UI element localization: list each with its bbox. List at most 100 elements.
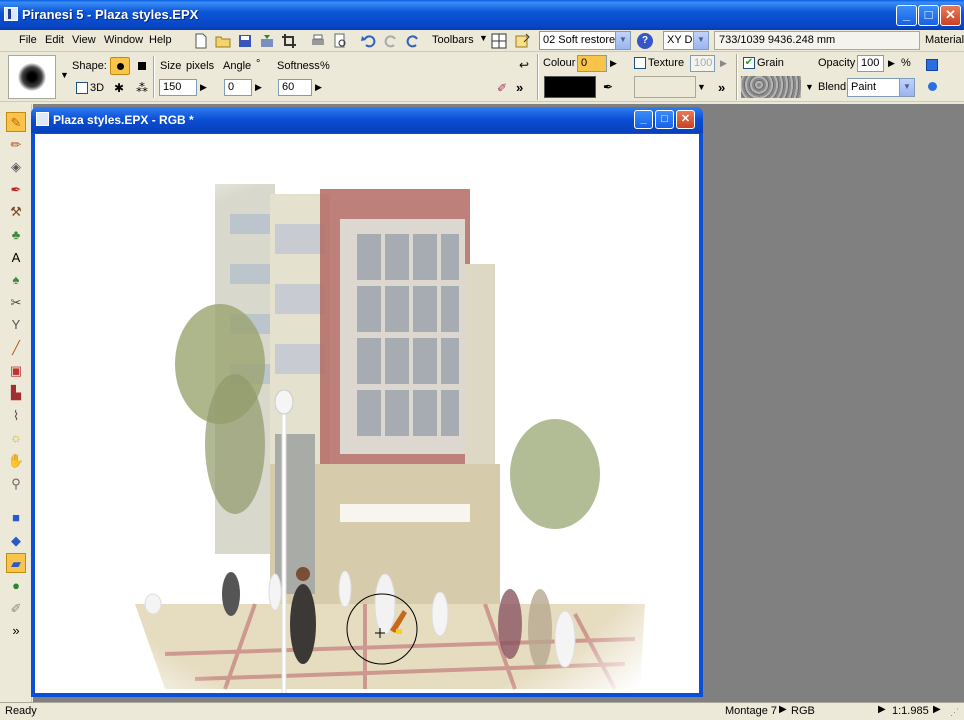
document-title-bar[interactable]: Plaza styles.EPX - RGB * _ □ ✕: [31, 107, 703, 133]
pencil-tool-icon[interactable]: ✏: [6, 135, 26, 155]
text-tool-icon[interactable]: A: [6, 248, 26, 268]
square-lock-icon[interactable]: [926, 59, 938, 71]
scatter-brush-icon[interactable]: ⁂: [136, 81, 148, 95]
colour-index-input[interactable]: 0: [577, 55, 607, 72]
style-select[interactable]: 02 Soft restore ▼: [539, 31, 631, 50]
tree-tool-icon[interactable]: ♣: [6, 225, 26, 245]
doc-minimize-button[interactable]: _: [634, 110, 653, 129]
texture-preview[interactable]: [634, 76, 696, 98]
pen-pressure-icon[interactable]: ✐: [497, 81, 507, 95]
print-icon[interactable]: [310, 33, 326, 49]
blend-mode-select[interactable]: Paint ▼: [847, 78, 915, 97]
colour-wheel-icon[interactable]: ●: [6, 576, 26, 596]
eyedropper-icon[interactable]: ✒: [603, 80, 613, 94]
3d-label: 3D: [90, 82, 105, 94]
menu-window[interactable]: Window: [104, 34, 143, 46]
square-brush-icon[interactable]: [138, 62, 146, 70]
zoom-tool-icon[interactable]: ⚲: [6, 474, 26, 494]
open-folder-icon[interactable]: [215, 33, 231, 49]
measure-tool-icon[interactable]: ⌇: [6, 406, 26, 426]
toolbars-dropdown-arrow-icon[interactable]: ▼: [479, 33, 488, 43]
more-tools-icon[interactable]: »: [6, 621, 26, 641]
size-input[interactable]: 150: [159, 79, 197, 96]
3d-checkbox[interactable]: [76, 82, 88, 94]
softness-label: Softness: [277, 60, 320, 72]
app-title: Piranesi 5 - Plaza styles.EPX: [22, 7, 199, 22]
help-icon[interactable]: ?: [637, 33, 653, 49]
montage-arrow-icon[interactable]: ▶: [779, 704, 787, 715]
colour-swatch[interactable]: [544, 76, 596, 98]
shape-round-button[interactable]: [110, 57, 130, 75]
export-icon[interactable]: [259, 33, 275, 49]
texture-dropdown-icon[interactable]: ▼: [697, 82, 706, 92]
texture-spin-arrow-icon[interactable]: ▶: [719, 56, 728, 71]
close-button[interactable]: ✕: [940, 5, 961, 26]
light-tool-icon[interactable]: ☼: [6, 428, 26, 448]
zoom-arrow-icon[interactable]: ▶: [878, 704, 886, 715]
softness-spin-arrow-icon[interactable]: ▶: [314, 80, 323, 95]
spray-tool-icon[interactable]: ✒: [6, 180, 26, 200]
reset-options-icon[interactable]: ↩: [519, 58, 529, 72]
zoom-next-icon[interactable]: ▶: [933, 704, 941, 715]
crop-icon[interactable]: [281, 33, 297, 49]
eyedropper-tool-icon[interactable]: ✐: [6, 599, 26, 619]
size-spin-arrow-icon[interactable]: ▶: [199, 80, 208, 95]
drawing-canvas[interactable]: [35, 134, 699, 693]
opacity-spin-arrow-icon[interactable]: ▶: [887, 56, 896, 71]
menu-view[interactable]: View: [72, 34, 96, 46]
blend-mode-value: Paint: [851, 81, 877, 93]
zoom-level: 1:1.985: [892, 705, 929, 717]
coordinates-readout: 733/1039 9436.248 mm: [714, 31, 920, 50]
minimize-button[interactable]: _: [896, 5, 917, 26]
grain-texture-preview[interactable]: [741, 76, 801, 98]
material-label: Material: [925, 34, 964, 46]
circle-lock-icon[interactable]: [928, 82, 937, 91]
document-window: Plaza styles.EPX - RGB * _ □ ✕: [31, 107, 703, 697]
building-tool-icon[interactable]: ▙: [6, 383, 26, 403]
resize-grip-icon[interactable]: ⋰: [950, 707, 959, 718]
chevron-down-icon: ▼: [615, 32, 630, 49]
line-tool-icon[interactable]: ╱: [6, 338, 26, 358]
fill-tool-icon[interactable]: ◈: [6, 157, 26, 177]
texture-scale-input[interactable]: 100: [690, 55, 715, 72]
menu-edit[interactable]: Edit: [45, 34, 64, 46]
redo-icon[interactable]: [383, 33, 399, 49]
save-icon[interactable]: [237, 33, 253, 49]
cutout-tool-icon[interactable]: ✂: [6, 293, 26, 313]
angle-spin-arrow-icon[interactable]: ▶: [254, 80, 263, 95]
brush-tool-icon[interactable]: ✎: [6, 112, 26, 132]
more-options-icon[interactable]: »: [516, 80, 523, 95]
texture-more-icon[interactable]: »: [718, 80, 725, 95]
grid-panel-icon[interactable]: [491, 33, 507, 49]
box-tool-icon[interactable]: ▣: [6, 361, 26, 381]
grain-checkbox[interactable]: ✔: [743, 57, 755, 69]
pick-tool-icon[interactable]: Y: [6, 315, 26, 335]
doc-maximize-button[interactable]: □: [655, 110, 674, 129]
brush-preset-dropdown-icon[interactable]: ▼: [60, 70, 69, 80]
undo-icon[interactable]: [361, 33, 377, 49]
maximize-button[interactable]: □: [918, 5, 939, 26]
texture-checkbox[interactable]: [634, 57, 646, 69]
menu-file[interactable]: File: [19, 34, 37, 46]
softness-input[interactable]: 60: [278, 79, 312, 96]
cube-tool-icon[interactable]: ■: [6, 508, 26, 528]
view-mode-select[interactable]: XY D ▼: [663, 31, 709, 50]
doc-close-button[interactable]: ✕: [676, 110, 695, 129]
forest-tool-icon[interactable]: ♠: [6, 270, 26, 290]
stamp-tool-icon[interactable]: ⚒: [6, 202, 26, 222]
splatter-brush-icon[interactable]: ✱: [114, 81, 124, 95]
restore-icon[interactable]: [405, 33, 421, 49]
cube-rotate-tool-icon[interactable]: ◆: [6, 531, 26, 551]
cube-active-tool-icon[interactable]: ▰: [6, 553, 26, 574]
print-preview-icon[interactable]: [332, 33, 348, 49]
brush-preview[interactable]: [8, 55, 56, 99]
colour-spin-arrow-icon[interactable]: ▶: [609, 56, 618, 71]
grain-dropdown-icon[interactable]: ▼: [805, 82, 814, 92]
new-file-icon[interactable]: [193, 33, 209, 49]
toolbars-menu[interactable]: Toolbars: [432, 34, 474, 46]
opacity-input[interactable]: 100: [857, 55, 884, 72]
hand-tool-icon[interactable]: ✋: [6, 451, 26, 471]
notes-icon[interactable]: [514, 33, 530, 49]
angle-input[interactable]: 0: [224, 79, 252, 96]
menu-help[interactable]: Help: [149, 34, 172, 46]
